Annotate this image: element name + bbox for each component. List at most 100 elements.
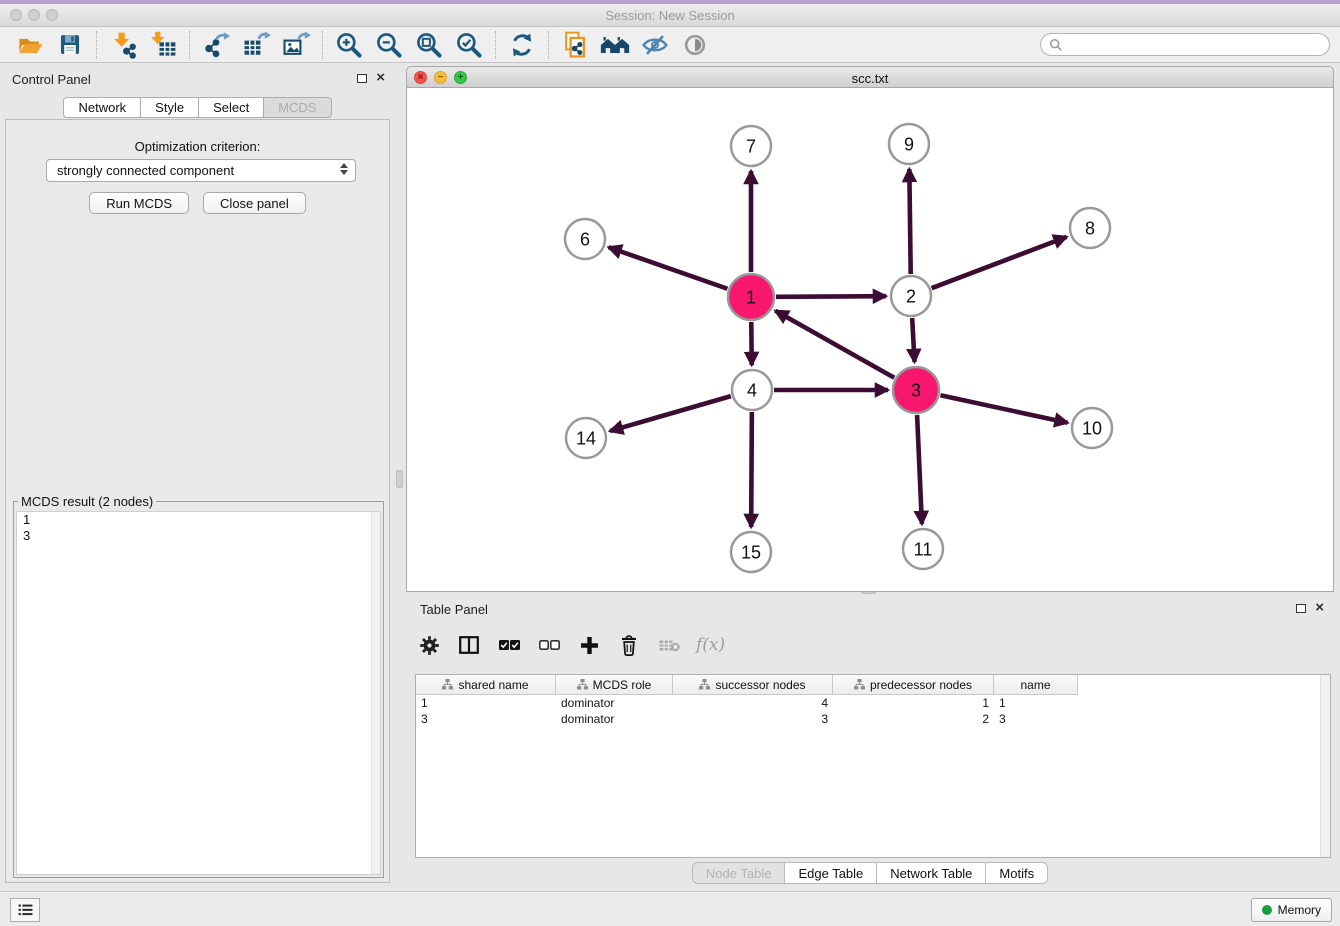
export-image-icon[interactable] xyxy=(276,28,316,62)
tab-node-table[interactable]: Node Table xyxy=(692,862,786,884)
table-cell-mcds_role[interactable]: dominator xyxy=(556,711,673,727)
graph-edge-2-8[interactable] xyxy=(932,237,1067,288)
create-new-column-icon[interactable] xyxy=(576,632,602,658)
graph-node-1[interactable]: 1 xyxy=(728,274,774,320)
zoom-selected-region-icon[interactable] xyxy=(449,28,489,62)
mcds-result-item[interactable]: 3 xyxy=(17,528,380,544)
main-toolbar xyxy=(0,27,1340,63)
table-mode-settings-icon[interactable] xyxy=(416,632,442,658)
zoom-out-icon[interactable] xyxy=(369,28,409,62)
float-table-panel-icon[interactable] xyxy=(1296,604,1306,613)
close-panel-icon[interactable]: × xyxy=(376,73,385,83)
graph-node-3[interactable]: 3 xyxy=(893,367,939,413)
import-network-from-file-icon[interactable] xyxy=(103,28,143,62)
column-header-successor_nodes[interactable]: successor nodes xyxy=(673,675,833,695)
tab-mcds[interactable]: MCDS xyxy=(264,97,331,118)
table-cell-name[interactable]: 1 xyxy=(994,695,1078,711)
open-session-icon[interactable] xyxy=(10,28,50,62)
svg-text:4: 4 xyxy=(747,380,757,400)
close-panel-button[interactable]: Close panel xyxy=(203,192,306,214)
toolbar-divider xyxy=(495,31,496,59)
table-cell-mcds_role[interactable]: dominator xyxy=(556,695,673,711)
select-all-rows-icon[interactable] xyxy=(496,632,522,658)
copy-network-view-icon[interactable] xyxy=(555,28,595,62)
search-input[interactable] xyxy=(1068,38,1321,52)
column-header-name[interactable]: name xyxy=(994,675,1078,695)
node-table-header: shared nameMCDS role successor nodes prede… xyxy=(416,675,1078,695)
svg-text:3: 3 xyxy=(911,380,921,400)
graph-node-8[interactable]: 8 xyxy=(1070,208,1110,248)
mcds-result-list[interactable]: 13 xyxy=(16,511,381,875)
vertical-splitter-handle[interactable] xyxy=(396,470,403,488)
svg-text:10: 10 xyxy=(1082,418,1102,438)
hide-selected-icon[interactable] xyxy=(635,28,675,62)
apply-preferred-layout-icon[interactable] xyxy=(502,28,542,62)
run-mcds-button[interactable]: Run MCDS xyxy=(89,192,189,214)
table-panel: Table Panel × xyxy=(406,596,1334,890)
graph-node-14[interactable]: 14 xyxy=(566,418,606,458)
table-cell-name[interactable]: 3 xyxy=(994,711,1078,727)
mcds-result-box: MCDS result (2 nodes) 13 xyxy=(13,494,384,878)
delete-selected-columns-icon[interactable] xyxy=(616,632,642,658)
search-box[interactable] xyxy=(1040,33,1330,56)
graph-edge-4-14[interactable] xyxy=(610,396,731,431)
zoom-fit-content-icon[interactable] xyxy=(409,28,449,62)
control-panel-header: Control Panel × xyxy=(0,66,395,94)
zoom-in-icon[interactable] xyxy=(329,28,369,62)
memory-button[interactable]: Memory xyxy=(1251,898,1332,922)
toolbar-divider xyxy=(548,31,549,59)
graph-node-11[interactable]: 11 xyxy=(903,529,943,569)
tab-motifs[interactable]: Motifs xyxy=(986,862,1048,884)
graph-edge-4-15[interactable] xyxy=(751,412,752,527)
show-task-history-button[interactable] xyxy=(10,898,40,922)
column-header-shared_name[interactable]: shared name xyxy=(416,675,556,695)
graph-edge-1-2[interactable] xyxy=(776,296,886,297)
table-row[interactable]: 3dominator323 xyxy=(416,711,1078,727)
first-neighbors-icon[interactable] xyxy=(595,28,635,62)
graph-node-9[interactable]: 9 xyxy=(889,124,929,164)
column-header-predecessor_nodes[interactable]: predecessor nodes xyxy=(833,675,994,695)
table-row[interactable]: 1dominator411 xyxy=(416,695,1078,711)
graph-edge-1-6[interactable] xyxy=(609,247,728,289)
save-session-icon[interactable] xyxy=(50,28,90,62)
result-scrollbar[interactable] xyxy=(371,512,380,874)
graph-node-6[interactable]: 6 xyxy=(565,219,605,259)
tab-select[interactable]: Select xyxy=(199,97,264,118)
tab-style[interactable]: Style xyxy=(141,97,199,118)
table-cell-successor_nodes[interactable]: 3 xyxy=(673,711,833,727)
table-cell-predecessor_nodes[interactable]: 2 xyxy=(833,711,994,727)
import-table-from-file-icon[interactable] xyxy=(143,28,183,62)
table-cell-shared_name[interactable]: 3 xyxy=(416,711,556,727)
graph-node-15[interactable]: 15 xyxy=(731,532,771,572)
graph-node-4[interactable]: 4 xyxy=(732,370,772,410)
mcds-result-item[interactable]: 1 xyxy=(17,512,380,528)
tab-network-table[interactable]: Network Table xyxy=(877,862,986,884)
table-cell-shared_name[interactable]: 1 xyxy=(416,695,556,711)
column-header-label: successor nodes xyxy=(715,678,805,692)
table-cell-successor_nodes[interactable]: 4 xyxy=(673,695,833,711)
export-table-icon[interactable] xyxy=(236,28,276,62)
graph-edge-3-1[interactable] xyxy=(775,311,894,378)
network-canvas[interactable]: 7 9 6 8 1 2 4 3 14 10 15 11 xyxy=(406,88,1334,592)
table-scrollbar[interactable] xyxy=(1320,675,1330,857)
graph-node-2[interactable]: 2 xyxy=(891,276,931,316)
table-cell-predecessor_nodes[interactable]: 1 xyxy=(833,695,994,711)
tab-network[interactable]: Network xyxy=(63,97,141,118)
graph-node-10[interactable]: 10 xyxy=(1072,408,1112,448)
criterion-dropdown[interactable]: strongly connected component xyxy=(46,159,356,182)
export-network-icon[interactable] xyxy=(196,28,236,62)
show-hide-columns-icon[interactable] xyxy=(456,632,482,658)
graph-edge-2-9[interactable] xyxy=(909,169,910,274)
graph-edge-2-3[interactable] xyxy=(912,318,914,362)
close-table-panel-icon[interactable]: × xyxy=(1315,603,1324,613)
graph-edge-3-10[interactable] xyxy=(940,395,1067,422)
tab-edge-table[interactable]: Edge Table xyxy=(785,862,877,884)
unselect-all-rows-icon[interactable] xyxy=(536,632,562,658)
control-panel-tabs: Network Style Select MCDS xyxy=(0,97,395,118)
function-builder-icon: f(x) xyxy=(696,632,725,658)
graph-node-7[interactable]: 7 xyxy=(731,126,771,166)
column-header-mcds_role[interactable]: MCDS role xyxy=(556,675,673,695)
float-panel-icon[interactable] xyxy=(357,74,367,83)
graph-edge-3-11[interactable] xyxy=(917,415,922,524)
network-window-titlebar[interactable]: × − + scc.txt xyxy=(406,66,1334,88)
